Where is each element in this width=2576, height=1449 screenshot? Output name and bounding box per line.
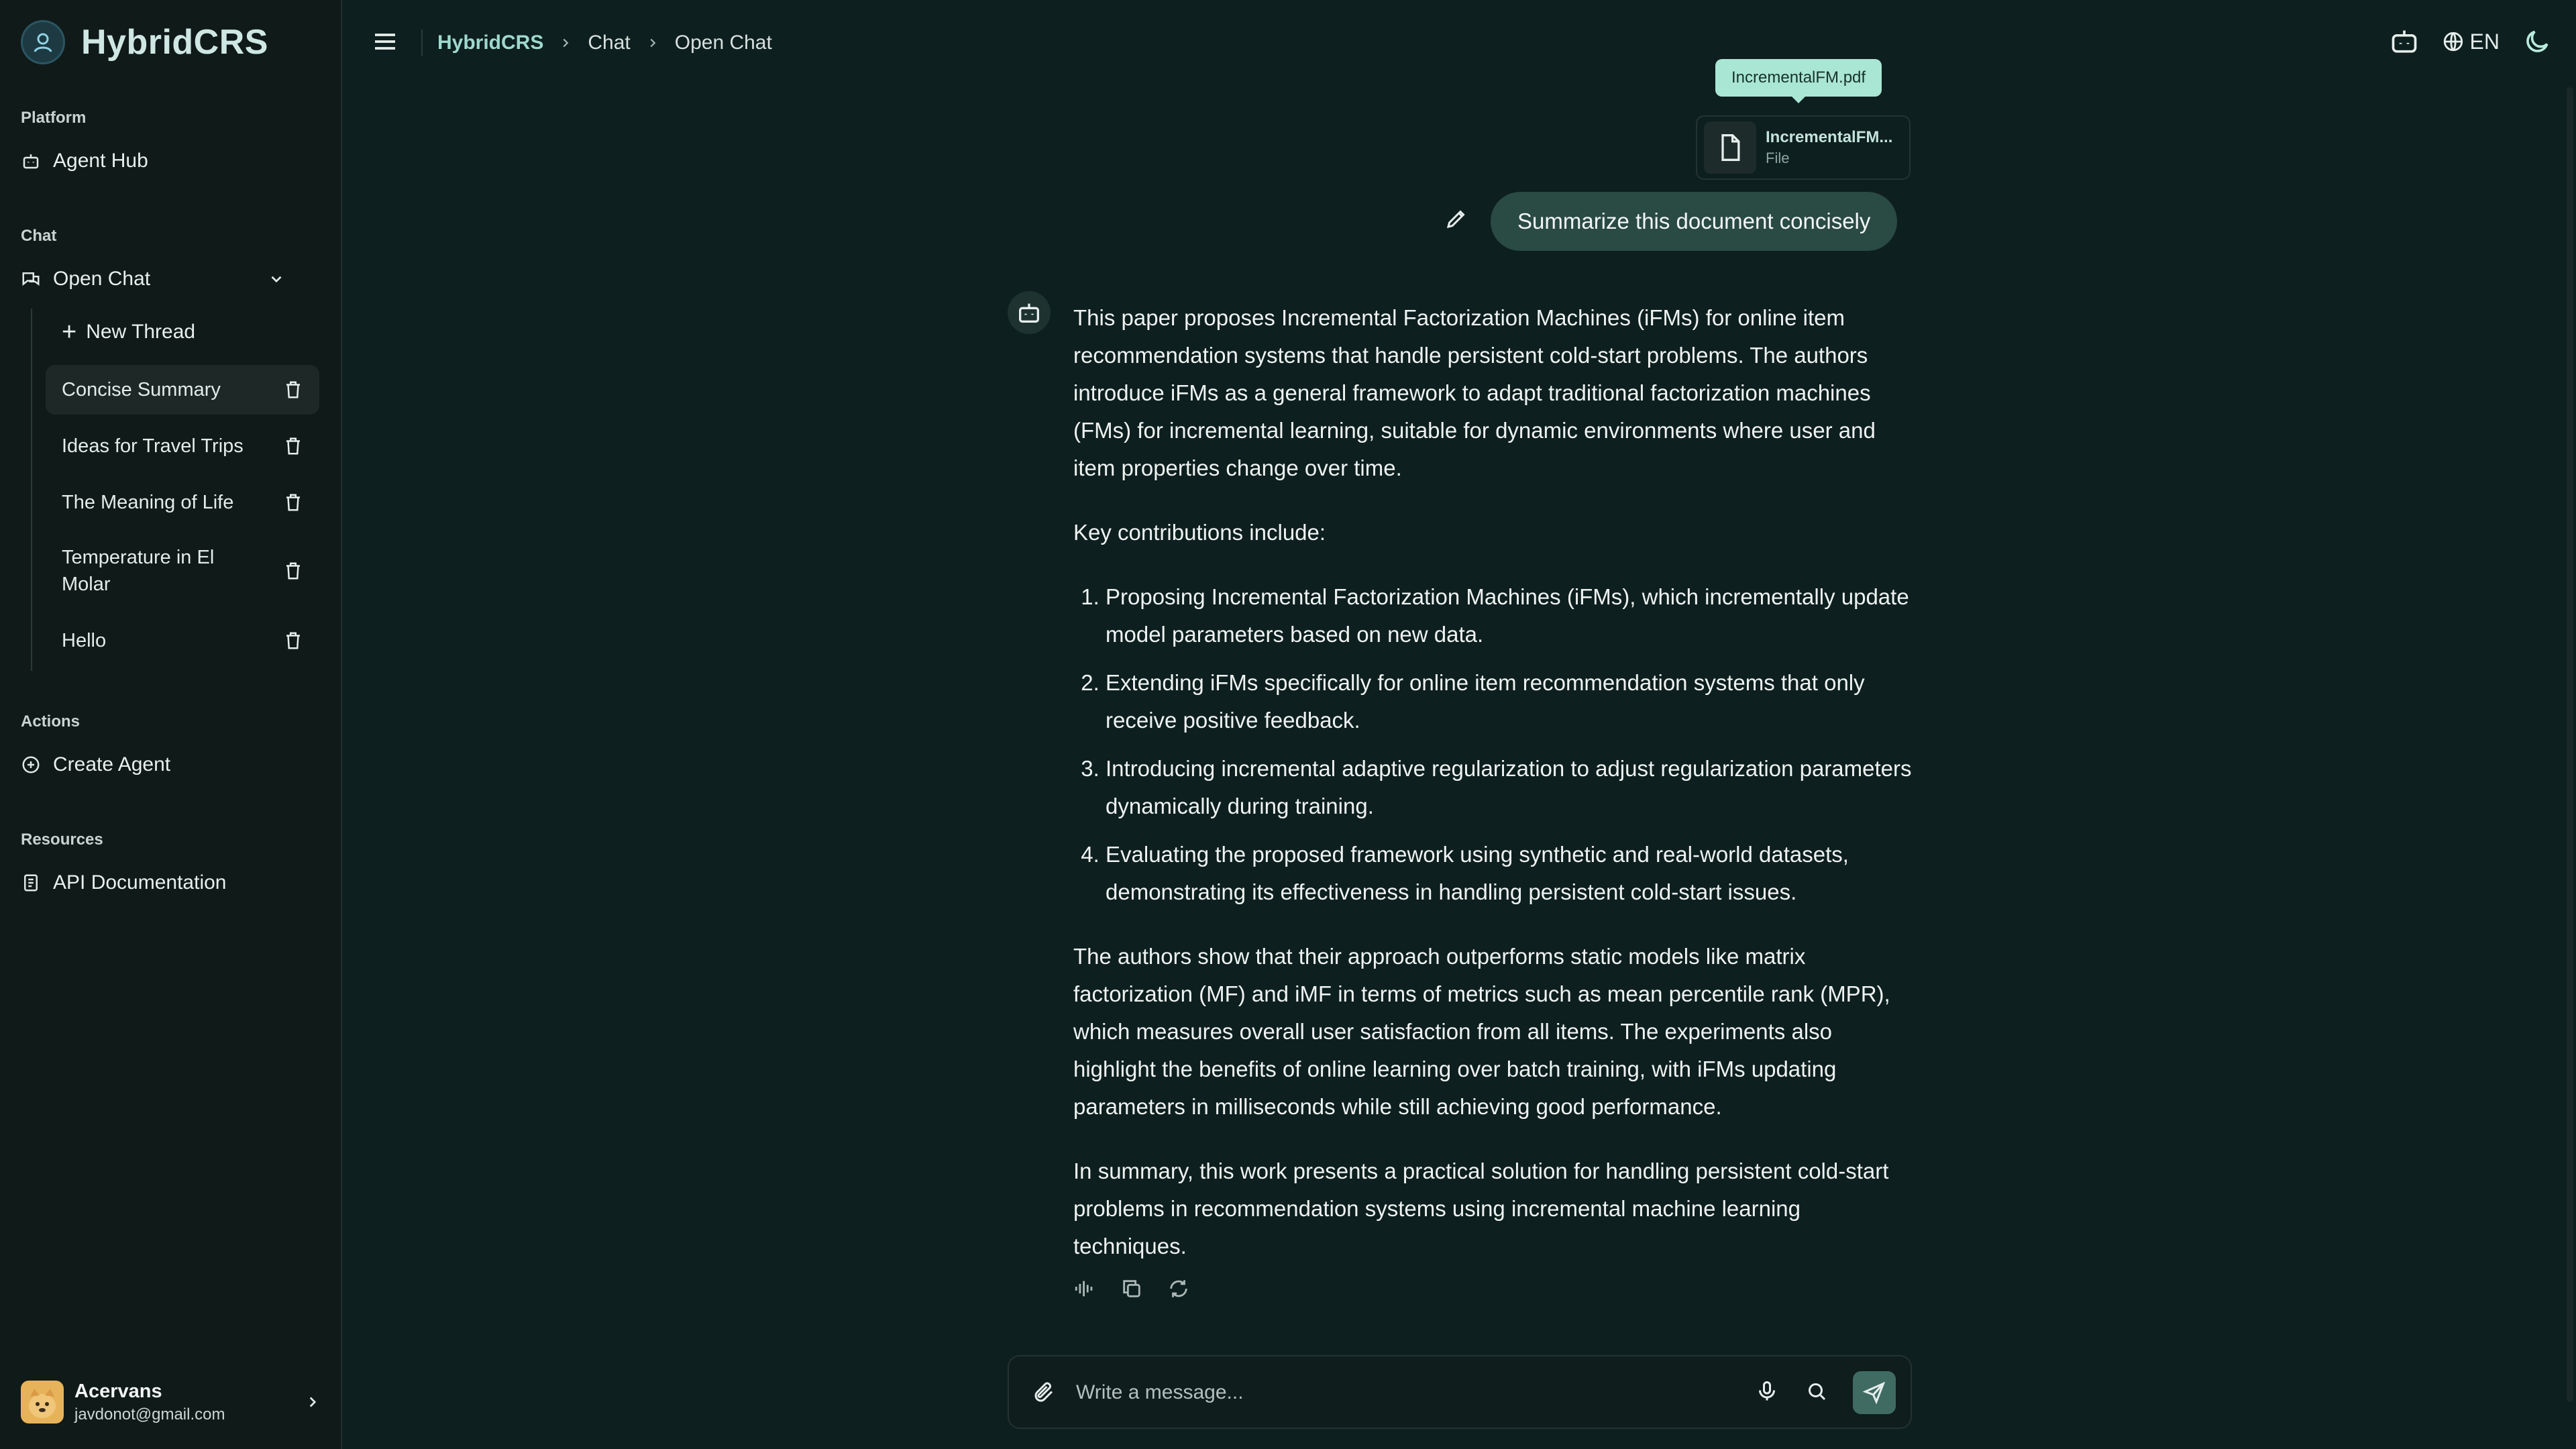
- message-composer: [1008, 1355, 1912, 1429]
- avatar: [21, 1381, 64, 1424]
- globe-icon: [2443, 32, 2463, 52]
- document-icon: [24, 874, 38, 892]
- brand-name: HybridCRS: [81, 23, 268, 62]
- answer-results: The authors show that their approach out…: [1073, 944, 1890, 1119]
- attachment-type: File: [1766, 150, 1790, 166]
- assistant-message: This paper proposes Incremental Factoriz…: [1073, 299, 1912, 1292]
- nav-create-agent[interactable]: Create Agent: [21, 745, 170, 785]
- thread-item[interactable]: Ideas for Travel Trips: [46, 421, 319, 471]
- thread-title: Concise Summary: [62, 378, 221, 400]
- chevron-right-icon: [650, 38, 656, 48]
- answer-summary: In summary, this work presents a practic…: [1073, 1159, 1889, 1258]
- send-icon: [1862, 1381, 1886, 1405]
- breadcrumb: HybridCRS Chat Open Chat: [421, 30, 772, 56]
- plus-icon: +: [62, 318, 77, 346]
- plus-circle-icon: [22, 756, 40, 773]
- paperclip-icon[interactable]: [1032, 1381, 1056, 1405]
- thread-title: Hello: [62, 629, 107, 651]
- thread-title: Temperature in El Molar: [62, 547, 215, 595]
- thread-title: Ideas for Travel Trips: [62, 435, 244, 457]
- top-bar: HybridCRS Chat Open Chat EN: [342, 0, 2576, 87]
- trash-icon[interactable]: [283, 561, 303, 581]
- answer-intro: This paper proposes Incremental Factoriz…: [1073, 305, 1876, 480]
- brand[interactable]: HybridCRS: [21, 19, 268, 65]
- thread-title: The Meaning of Life: [62, 491, 234, 513]
- user-message: Summarize this document concisely: [1491, 192, 1898, 251]
- sidebar: HybridCRS Platform Agent Hub Chat Open C…: [0, 0, 342, 1449]
- nav-open-chat-label: Open Chat: [53, 268, 151, 290]
- chat-bubbles-icon: [22, 272, 40, 286]
- top-actions: EN: [2390, 27, 2552, 56]
- section-label-actions: Actions: [21, 712, 80, 731]
- trash-icon[interactable]: [283, 492, 303, 513]
- assistant-avatar: [1008, 291, 1051, 334]
- microphone-icon[interactable]: [1755, 1379, 1779, 1403]
- scrollbar[interactable]: [2567, 87, 2573, 1402]
- brand-logo-icon: [21, 20, 65, 64]
- refresh-icon[interactable]: [1167, 1277, 1190, 1300]
- thread-item[interactable]: Concise Summary: [46, 365, 319, 415]
- message-input[interactable]: [1076, 1375, 1666, 1410]
- file-icon: [1704, 121, 1756, 174]
- contributions-list: Proposing Incremental Factorization Mach…: [1106, 578, 1912, 911]
- menu-icon[interactable]: [372, 28, 398, 55]
- language-code: EN: [2469, 29, 2500, 54]
- thread-item[interactable]: The Meaning of Life: [46, 478, 319, 527]
- breadcrumb-item[interactable]: Chat: [588, 32, 630, 54]
- bot-icon: [23, 154, 39, 169]
- nav-api-docs[interactable]: API Documentation: [21, 863, 226, 903]
- trash-icon[interactable]: [283, 631, 303, 651]
- list-item: Extending iFMs specifically for online i…: [1106, 664, 1912, 739]
- bot-icon: [1019, 303, 1039, 323]
- thread-item[interactable]: Temperature in El Molar: [46, 534, 319, 608]
- attachment-tooltip: IncrementalFM.pdf: [1715, 59, 1882, 103]
- send-button[interactable]: [1853, 1371, 1896, 1414]
- new-thread-label: New Thread: [86, 321, 196, 343]
- user-profile[interactable]: Acervans javdonot@gmail.com: [21, 1375, 321, 1429]
- nav-agent-hub[interactable]: Agent Hub: [21, 141, 148, 181]
- list-item: Evaluating the proposed framework using …: [1106, 836, 1912, 911]
- list-item: Proposing Incremental Factorization Mach…: [1106, 578, 1912, 653]
- language-selector[interactable]: EN: [2442, 30, 2500, 54]
- thread-tree-line: [31, 309, 32, 671]
- audio-wave-icon[interactable]: [1073, 1277, 1096, 1300]
- attachment-card[interactable]: IncrementalFM... File: [1696, 115, 1911, 180]
- thread-item[interactable]: Hello: [46, 616, 319, 665]
- user-name: Acervans: [74, 1380, 162, 1402]
- trash-icon[interactable]: [283, 380, 303, 400]
- nav-api-docs-label: API Documentation: [53, 871, 227, 894]
- nav-agent-hub-label: Agent Hub: [53, 150, 148, 172]
- answer-key-heading: Key contributions include:: [1073, 520, 1326, 545]
- search-icon[interactable]: [1805, 1379, 1829, 1403]
- chevron-down-icon[interactable]: [268, 270, 285, 288]
- chevron-right-icon[interactable]: [304, 1393, 321, 1411]
- breadcrumb-item[interactable]: HybridCRS: [437, 32, 543, 54]
- bot-icon[interactable]: [2390, 27, 2419, 56]
- list-item: Introducing incremental adaptive regular…: [1106, 750, 1912, 825]
- pencil-icon[interactable]: [1444, 207, 1468, 231]
- attachment-name: IncrementalFM...: [1766, 128, 1893, 146]
- trash-icon[interactable]: [283, 436, 303, 456]
- nav-open-chat[interactable]: Open Chat: [21, 259, 321, 299]
- section-label-chat: Chat: [21, 227, 57, 245]
- moon-icon[interactable]: [2522, 27, 2552, 56]
- nav-create-agent-label: Create Agent: [53, 753, 171, 775]
- breadcrumb-item[interactable]: Open Chat: [675, 32, 772, 54]
- message-actions: [1073, 1277, 1190, 1300]
- divider: [421, 30, 423, 56]
- user-email: javdonot@gmail.com: [74, 1405, 225, 1424]
- section-label-platform: Platform: [21, 109, 87, 127]
- section-label-resources: Resources: [21, 830, 103, 849]
- copy-icon[interactable]: [1120, 1277, 1143, 1300]
- new-thread-button[interactable]: + New Thread: [62, 312, 195, 352]
- chevron-right-icon: [563, 38, 569, 48]
